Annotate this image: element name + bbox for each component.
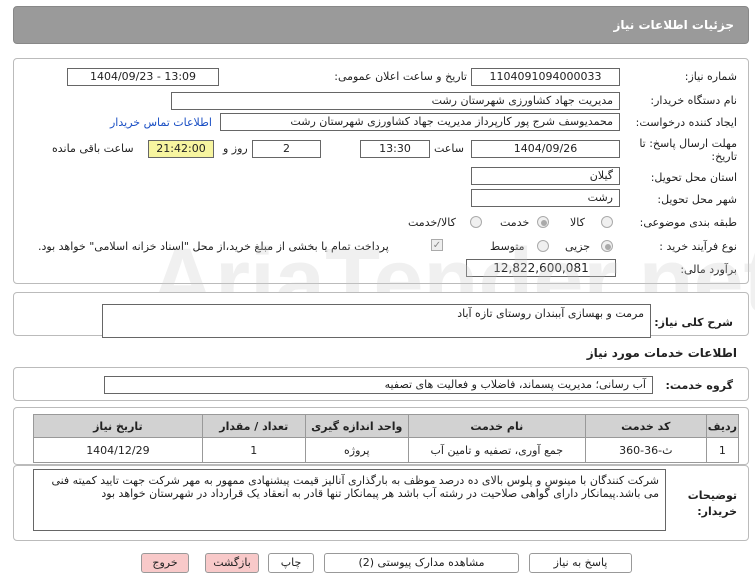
services-section-title: اطلاعات خدمات مورد نیاز — [586, 346, 737, 360]
deadline-time-field[interactable]: 13:30 — [360, 140, 430, 158]
requester-field[interactable]: محمدیوسف شرج پور کارپرداز مدیریت جهاد کش… — [220, 113, 620, 131]
days-label: روز و — [223, 142, 248, 155]
contact-info-link[interactable]: اطلاعات تماس خریدار — [110, 116, 212, 129]
category-label: طبقه بندی موضوعی: — [639, 216, 737, 229]
deadline-date-field[interactable]: 1404/09/26 — [471, 140, 620, 158]
col-header-quantity: تعداد / مقدار — [201, 414, 306, 438]
page-title: جزئیات اطلاعات نیاز — [613, 18, 734, 32]
service-group-label: گروه خدمت: — [665, 379, 733, 392]
remaining-time-field: 21:42:00 — [148, 140, 214, 158]
cell-quantity: 1 — [201, 437, 306, 463]
buyer-org-label: نام دستگاه خریدار: — [650, 94, 737, 107]
city-label: شهر محل تحویل: — [657, 193, 737, 206]
category-radio-goods-service[interactable] — [470, 216, 482, 228]
need-number-label: شماره نیاز: — [684, 70, 737, 83]
deadline-time-label: ساعت — [434, 142, 464, 155]
view-attachments-button[interactable]: مشاهده مدارک پیوستی (2) — [324, 553, 519, 573]
col-header-need-date: تاریخ نیاز — [33, 414, 203, 438]
cell-row-number: 1 — [705, 437, 740, 463]
col-header-service-name: نام خدمت — [407, 414, 586, 438]
category-option-goods: کالا — [570, 216, 585, 229]
remaining-label: ساعت باقی مانده — [52, 142, 134, 155]
requester-label: ایجاد کننده درخواست: — [635, 116, 737, 129]
description-label: شرح کلی نیاز: — [654, 316, 733, 329]
services-table: ردیف کد خدمت نام خدمت واحد اندازه گیری ت… — [33, 414, 740, 463]
announce-field[interactable]: 1404/09/23 - 13:09 — [67, 68, 219, 86]
table-header-row: ردیف کد خدمت نام خدمت واحد اندازه گیری ت… — [33, 414, 740, 438]
cell-unit: پروژه — [304, 437, 409, 463]
category-option-service: خدمت — [500, 216, 530, 229]
days-field[interactable]: 2 — [252, 140, 321, 158]
buyer-notes-label: توضیحات خریدار: — [687, 489, 737, 518]
table-row[interactable]: 1 ث-36-360 جمع آوری، تصفیه و تامین آب پر… — [33, 437, 740, 463]
buyer-notes-field[interactable]: شرکت کنندگان با مینوس و پلوس بالای ده در… — [33, 469, 666, 531]
province-field[interactable]: گیلان — [471, 167, 620, 185]
reply-button[interactable]: پاسخ به نیاز — [529, 553, 632, 573]
back-button[interactable]: بازگشت — [205, 553, 259, 573]
announce-label: تاریخ و ساعت اعلان عمومی: — [334, 70, 467, 83]
cell-service-name: جمع آوری، تصفیه و تامین آب — [407, 437, 586, 463]
page-header: جزئیات اطلاعات نیاز — [13, 6, 749, 44]
cell-need-date: 1404/12/29 — [33, 437, 203, 463]
category-option-goods-service: کالا/خدمت — [408, 216, 456, 229]
exit-button[interactable]: خروج — [141, 553, 189, 573]
need-number-field[interactable]: 1104091094000033 — [471, 68, 620, 86]
description-field[interactable]: مرمت و بهسازی آببندان روستای تازه آباد — [102, 304, 651, 338]
province-label: استان محل تحویل: — [650, 171, 737, 184]
category-radio-service[interactable] — [537, 216, 549, 228]
category-radio-goods[interactable] — [601, 216, 613, 228]
cell-service-code: ث-36-360 — [584, 437, 707, 463]
col-header-unit: واحد اندازه گیری — [304, 414, 409, 438]
buyer-org-field[interactable]: مدیریت جهاد کشاورزی شهرستان رشت — [171, 92, 620, 110]
service-group-field[interactable]: آب رسانی؛ مدیریت پسماند، فاضلاب و فعالیت… — [104, 376, 653, 394]
deadline-label: مهلت ارسال پاسخ: تا تاریخ: — [639, 137, 737, 163]
city-field[interactable]: رشت — [471, 189, 620, 207]
col-header-service-code: کد خدمت — [584, 414, 707, 438]
print-button[interactable]: چاپ — [268, 553, 314, 573]
col-header-row-number: ردیف — [705, 414, 740, 438]
